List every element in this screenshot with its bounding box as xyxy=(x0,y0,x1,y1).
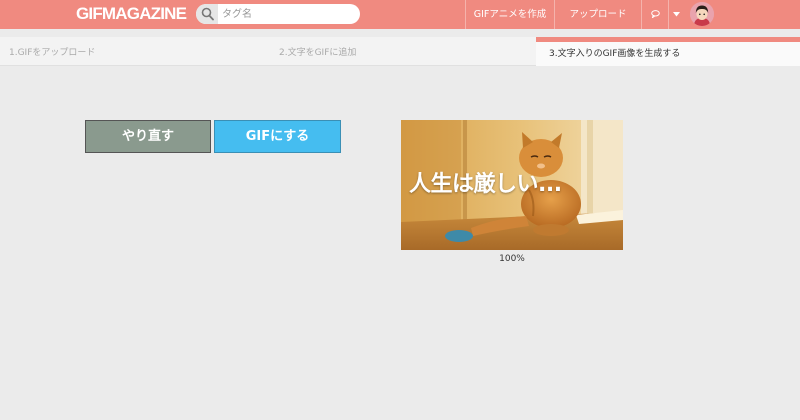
top-header: GIFMAGAZINE GIFアニメを作成 アップロード xyxy=(0,0,800,29)
user-avatar[interactable] xyxy=(690,2,714,26)
create-gif-link[interactable]: GIFアニメを作成 xyxy=(466,0,554,29)
step-add-text: 2.文字をGIFに追加 xyxy=(279,48,357,58)
make-gif-button[interactable]: GIFにする xyxy=(214,120,341,153)
step-generate: 3.文字入りのGIF画像を生成する xyxy=(536,37,800,66)
gifmagazine-logo[interactable]: GIFMAGAZINE xyxy=(76,4,187,24)
redo-button[interactable]: やり直す xyxy=(85,120,211,153)
search-icon[interactable] xyxy=(196,4,218,24)
caret-down-icon xyxy=(673,12,680,17)
step-progress-bar: 1.GIFをアップロード 2.文字をGIFに追加 3.文字入りのGIF画像を生成… xyxy=(0,37,800,66)
upload-link[interactable]: アップロード xyxy=(555,0,641,29)
gif-preview: 人生は厳しい... xyxy=(401,120,623,250)
speech-bubble-icon xyxy=(651,10,660,18)
user-menu-toggle[interactable] xyxy=(669,0,685,29)
generation-progress: 100% xyxy=(499,254,525,264)
search-input[interactable] xyxy=(222,6,350,22)
gif-caption-text: 人生は厳しい... xyxy=(409,172,562,197)
search-box[interactable] xyxy=(196,4,360,24)
comment-button[interactable] xyxy=(642,0,668,29)
step-upload: 1.GIFをアップロード xyxy=(9,48,96,58)
